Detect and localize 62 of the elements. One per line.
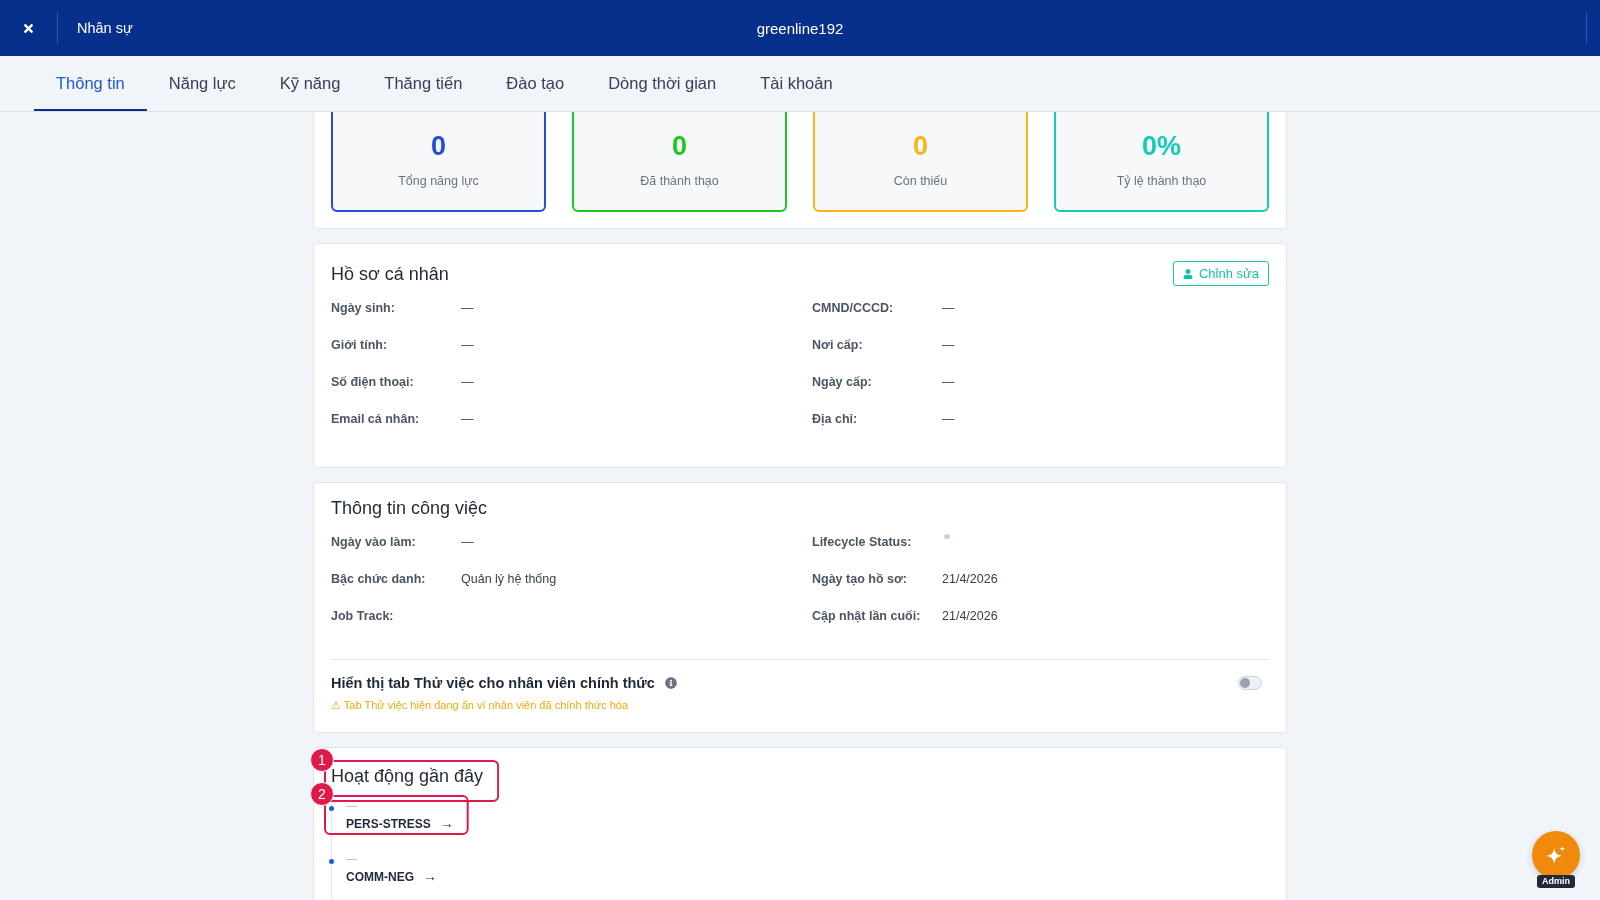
field-label: Email cá nhân: xyxy=(331,411,421,426)
role-badge: Admin xyxy=(1537,875,1575,888)
status-dot-icon xyxy=(944,533,950,539)
tab[interactable]: Thăng tiến xyxy=(362,56,485,111)
field-value: Quản lý hệ thống xyxy=(461,571,557,586)
activity-time: — xyxy=(346,798,357,812)
stat-label: Đã thành thạo xyxy=(640,174,719,189)
stat-value: 0 xyxy=(431,131,446,161)
field-value: 21/4/2026 xyxy=(942,608,998,623)
stat-value: 0 xyxy=(672,131,687,161)
timeline-dot-icon xyxy=(328,859,334,864)
field-value: — xyxy=(461,411,474,426)
stat-label: Tổng năng lực xyxy=(398,174,479,189)
field-label: Địa chỉ: xyxy=(812,411,859,426)
user-icon xyxy=(1183,268,1193,279)
field-label: Lifecycle Status: xyxy=(812,534,913,549)
field-label: Nơi cấp: xyxy=(812,337,864,352)
field-value: — xyxy=(942,300,955,315)
field-label: Cập nhật lần cuối: xyxy=(812,608,922,623)
toggle-switch[interactable] xyxy=(1238,676,1262,690)
field-label: CMND/CCCD: xyxy=(812,300,895,315)
field-value: — xyxy=(461,300,474,315)
tab[interactable]: Thông tin xyxy=(34,56,147,111)
field-value: — xyxy=(461,534,474,549)
info-icon xyxy=(664,677,677,689)
timeline-dot-icon xyxy=(328,806,334,811)
annotation-number: 2 xyxy=(310,782,334,806)
toggle-label: Hiển thị tab Thử việc cho nhân viên chính thức xyxy=(331,674,655,692)
stat-label: Tỷ lệ thành thạo xyxy=(1116,174,1207,189)
section-title: Thông tin công việc xyxy=(331,497,488,520)
activity-link[interactable]: PERS-STRESS → xyxy=(346,815,454,832)
field-label: Ngày cấp: xyxy=(812,374,873,389)
field-value: 21/4/2026 xyxy=(942,571,998,586)
stat-label: Còn thiếu xyxy=(893,174,948,189)
field-label: Ngày vào làm: xyxy=(331,534,417,549)
tab[interactable]: Kỹ năng xyxy=(257,56,363,111)
tab[interactable]: Năng lực xyxy=(146,56,258,111)
tab[interactable]: Tài khoản xyxy=(738,56,855,111)
field-value: — xyxy=(942,411,955,426)
field-value: — xyxy=(461,337,474,352)
field-label: Ngày tạo hồ sơ: xyxy=(812,571,908,586)
field-value: — xyxy=(942,374,955,389)
field-label: Job Track: xyxy=(331,608,395,623)
field-value: — xyxy=(942,337,955,352)
field-value: — xyxy=(461,374,474,389)
sparkle-icon xyxy=(1546,845,1566,865)
tab[interactable]: Dòng thời gian xyxy=(586,56,739,111)
section-title: Hoạt động gần đây xyxy=(331,765,484,788)
tab[interactable]: Đào tạo xyxy=(484,56,587,111)
close-icon xyxy=(21,21,35,35)
field-label: Bậc chức danh: xyxy=(331,571,427,586)
section-title: Hồ sơ cá nhân xyxy=(331,262,449,286)
field-label: Giới tính: xyxy=(331,337,389,352)
stat-value: 0 xyxy=(913,131,928,161)
activity-link[interactable]: COMM-NEG → xyxy=(346,868,437,885)
stat-value: 0% xyxy=(1142,131,1181,161)
activity-time: — xyxy=(346,851,357,865)
warning-note: ⚠ Tab Thử việc hiện đang ẩn vì nhân viên đã chính thức hóa xyxy=(331,698,629,712)
field-label: Số điện thoại: xyxy=(331,374,415,389)
field-label: Ngày sinh: xyxy=(331,300,396,315)
page-title: greenline192 xyxy=(756,19,844,37)
section-label: Nhân sự xyxy=(77,20,133,36)
